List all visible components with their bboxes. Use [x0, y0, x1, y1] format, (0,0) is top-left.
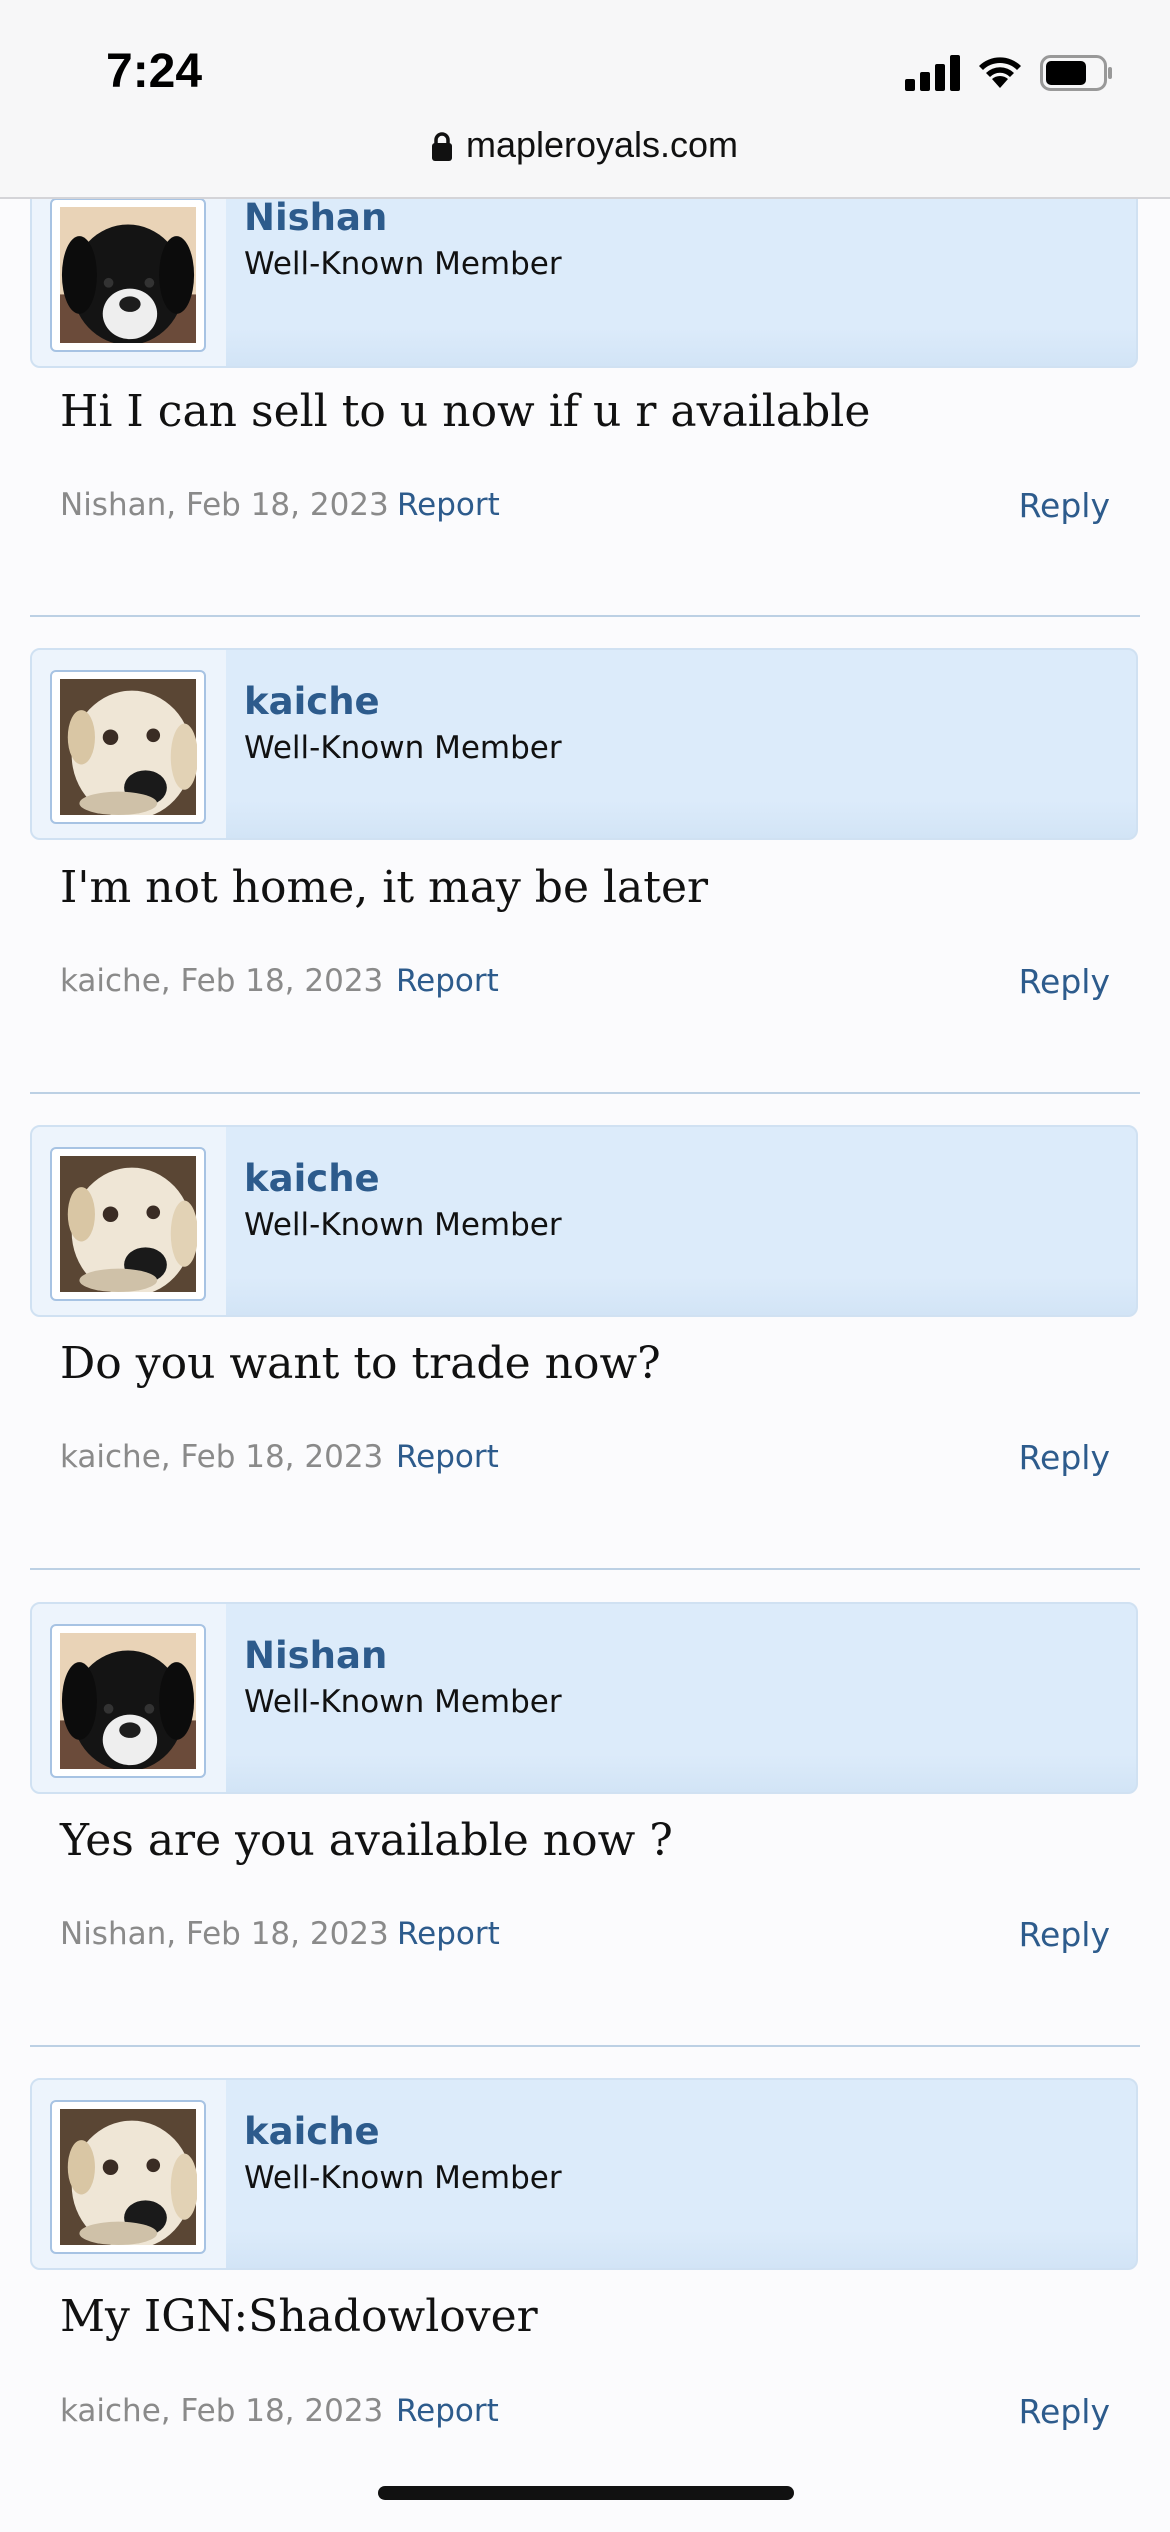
username-link[interactable]: kaiche	[244, 680, 380, 723]
post-message: Do you want to trade now?	[60, 1338, 661, 1389]
black-dog-avatar-icon	[60, 207, 196, 343]
user-info-box: Nishan Well-Known Member	[30, 1602, 1138, 1794]
lock-icon	[431, 132, 452, 161]
report-link[interactable]: Report	[396, 1439, 499, 1475]
browser-status-bar: 7:24 mapleroyals.com	[0, 0, 1170, 199]
home-indicator[interactable]	[378, 2486, 794, 2500]
user-info-box: kaiche Well-Known Member	[30, 2078, 1138, 2270]
report-link[interactable]: Report	[396, 963, 499, 999]
user-title: Well-Known Member	[244, 1684, 562, 1720]
user-info-box: Nishan Well-Known Member	[30, 176, 1138, 368]
cellular-signal-icon	[905, 55, 960, 91]
avatar[interactable]	[50, 2100, 206, 2254]
avatar[interactable]	[50, 670, 206, 824]
black-dog-avatar-icon	[60, 1633, 196, 1769]
post-meta: Nishan, Feb 18, 2023	[60, 487, 389, 523]
post-message: Yes are you available now ?	[60, 1815, 673, 1866]
post-meta: kaiche, Feb 18, 2023	[60, 2393, 384, 2429]
post-meta: kaiche, Feb 18, 2023	[60, 1439, 384, 1475]
battery-icon	[1040, 55, 1112, 91]
white-dog-avatar-icon	[60, 2109, 197, 2245]
reply-link[interactable]: Reply	[1019, 1438, 1110, 1477]
reply-link[interactable]: Reply	[1019, 2392, 1110, 2431]
address-bar[interactable]: mapleroyals.com	[0, 124, 1170, 166]
user-title: Well-Known Member	[244, 2160, 562, 2196]
report-link[interactable]: Report	[396, 2393, 499, 2429]
reply-link[interactable]: Reply	[1019, 1915, 1110, 1954]
user-info-box: kaiche Well-Known Member	[30, 1125, 1138, 1317]
post-divider	[30, 2045, 1140, 2047]
url-text: mapleroyals.com	[465, 124, 739, 165]
post-message: My IGN:Shadowlover	[60, 2291, 538, 2342]
avatar[interactable]	[50, 1147, 206, 1301]
username-link[interactable]: Nishan	[244, 196, 387, 239]
user-title: Well-Known Member	[244, 1207, 562, 1243]
post-message: Hi I can sell to u now if u r available	[60, 386, 871, 437]
white-dog-avatar-icon	[60, 679, 197, 815]
post-meta: Nishan, Feb 18, 2023	[60, 1916, 389, 1952]
white-dog-avatar-icon	[60, 1156, 197, 1292]
user-title: Well-Known Member	[244, 246, 562, 282]
avatar-column	[32, 650, 226, 838]
avatar[interactable]	[50, 198, 206, 352]
username-link[interactable]: kaiche	[244, 2110, 380, 2153]
avatar-column	[32, 1604, 226, 1792]
wifi-icon	[979, 57, 1021, 88]
status-time: 7:24	[106, 45, 203, 98]
post-divider	[30, 1568, 1140, 1570]
user-title: Well-Known Member	[244, 730, 562, 766]
post-divider	[30, 1092, 1140, 1094]
post-divider	[30, 615, 1140, 617]
avatar-column	[32, 2080, 226, 2268]
avatar-column	[32, 1127, 226, 1315]
avatar-column	[32, 178, 226, 366]
report-link[interactable]: Report	[397, 487, 500, 523]
user-info-box: kaiche Well-Known Member	[30, 648, 1138, 840]
report-link[interactable]: Report	[397, 1916, 500, 1952]
post-message: I'm not home, it may be later	[60, 862, 709, 913]
reply-link[interactable]: Reply	[1019, 486, 1110, 525]
avatar[interactable]	[50, 1624, 206, 1778]
username-link[interactable]: Nishan	[244, 1634, 387, 1677]
post-meta: kaiche, Feb 18, 2023	[60, 963, 384, 999]
username-link[interactable]: kaiche	[244, 1157, 380, 1200]
reply-link[interactable]: Reply	[1019, 962, 1110, 1001]
